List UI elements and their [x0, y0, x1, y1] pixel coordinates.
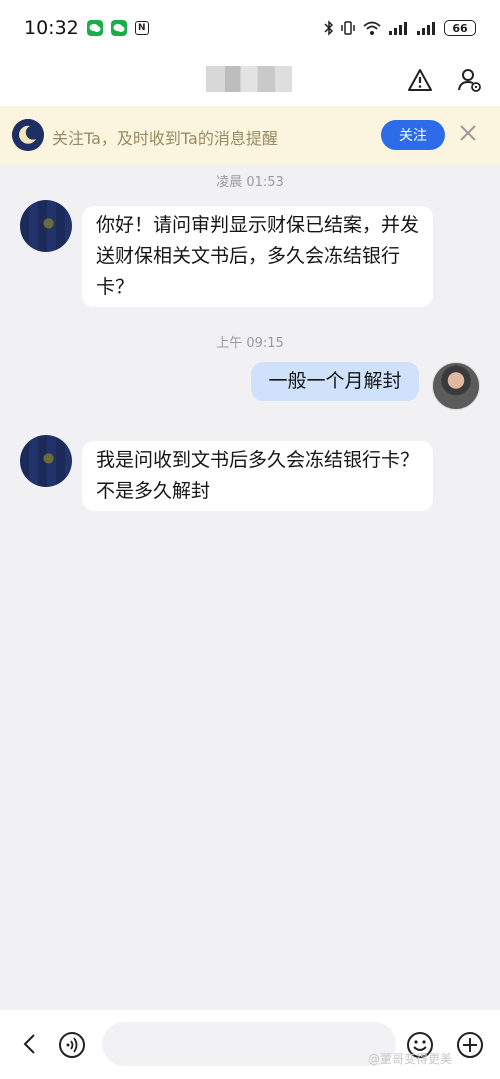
vibrate-icon	[341, 21, 355, 35]
follow-prompt-text: 关注Ta，及时收到Ta的消息提醒	[52, 129, 278, 148]
wechat-notification-icon-2	[110, 20, 127, 36]
signal-icon	[389, 22, 407, 35]
signal-icon-2	[417, 22, 435, 35]
message-bubble-sent[interactable]: 一般一个月解封	[251, 362, 419, 401]
message-bubble-received[interactable]: 我是问收到文书后多久会冻结银行卡？不是多久解封	[82, 441, 433, 511]
chat-header: ***	[0, 56, 500, 106]
message-bubble-received[interactable]: 你好！请问审判显示财保已结案，并发送财保相关文书后，多久会冻结银行卡？	[82, 206, 433, 307]
status-bar: 10:32 N 66	[0, 0, 500, 56]
message-timestamp: 凌晨 01:53	[216, 175, 284, 190]
message-input-bar	[0, 1010, 500, 1079]
contact-avatar[interactable]	[20, 200, 72, 252]
back-icon[interactable]	[18, 1032, 42, 1056]
my-avatar[interactable]	[432, 362, 480, 410]
warning-icon[interactable]	[406, 66, 434, 94]
wifi-icon	[363, 21, 381, 35]
plus-icon[interactable]	[456, 1031, 484, 1059]
avatar	[12, 119, 44, 151]
message-input[interactable]	[102, 1022, 396, 1066]
contact-avatar[interactable]	[20, 435, 72, 487]
chat-title-blurred: ***	[206, 66, 292, 92]
user-settings-icon[interactable]	[456, 66, 484, 94]
watermark-text: @董哥变得更美	[368, 1052, 453, 1066]
message-timestamp: 上午 09:15	[216, 336, 284, 351]
nfc-icon: N	[134, 21, 149, 35]
close-icon[interactable]	[456, 121, 480, 145]
wechat-notification-icon	[86, 20, 103, 36]
voice-icon[interactable]	[58, 1031, 86, 1059]
status-right: 66	[324, 20, 476, 36]
follow-banner: 关注Ta，及时收到Ta的消息提醒 关注	[0, 106, 500, 164]
status-time: 10:32	[24, 17, 79, 39]
bluetooth-icon	[324, 20, 334, 36]
battery-indicator: 66	[444, 20, 476, 36]
follow-button[interactable]: 关注	[381, 120, 445, 150]
status-left: 10:32 N	[24, 17, 149, 39]
